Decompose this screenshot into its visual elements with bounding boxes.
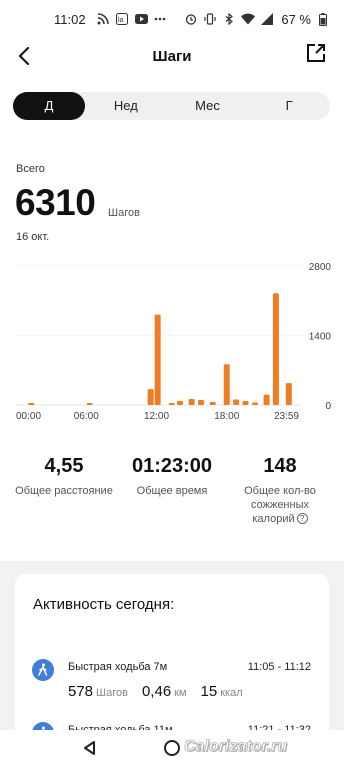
stat-calories-label-line1: Общее кол-во <box>244 485 316 497</box>
system-icons: 67 % <box>184 12 330 27</box>
bluetooth-icon <box>222 12 236 26</box>
triangle-back-icon <box>84 741 95 755</box>
total-steps-unit: Шагов <box>108 207 140 219</box>
chart-bar <box>285 383 292 405</box>
vibrate-icon <box>203 12 217 26</box>
stat-time-label: Общее время <box>136 485 208 497</box>
nav-home-button[interactable] <box>164 740 180 756</box>
activity-section: Активность сегодня: Быстрая ходьба 7м 11… <box>0 561 344 768</box>
activity-calories-unit: ккал <box>220 687 243 699</box>
stat-calories-label-line2: сожженных <box>250 499 309 511</box>
chart-bar <box>272 293 279 405</box>
chart-bar <box>176 401 183 405</box>
stat-distance: 4,55 Общее расстояние <box>6 455 122 498</box>
nav-back-button[interactable] <box>82 740 98 761</box>
y-tick-label: 2800 <box>309 262 332 273</box>
stat-calories-label-line3: калорий <box>252 513 295 525</box>
x-tick-label: 06:00 <box>74 411 99 422</box>
activity-distance-unit: км <box>174 687 187 699</box>
activity-time: 11:05 - 11:12 <box>247 661 311 673</box>
chart-bar <box>223 364 230 405</box>
activity-steps-unit: Шагов <box>96 687 128 699</box>
x-tick-label: 12:00 <box>144 411 169 422</box>
alarm-icon <box>184 12 198 26</box>
chart-bar <box>86 403 93 405</box>
battery-percent: 67 % <box>281 11 311 27</box>
chart-bar <box>188 399 195 405</box>
chart-bar <box>233 399 240 405</box>
activity-calories: 15 <box>200 683 218 700</box>
chart-bar <box>242 401 249 405</box>
chart-bar <box>154 314 161 405</box>
total-label: Всего <box>16 163 45 175</box>
share-button[interactable] <box>306 43 330 67</box>
steps-chart: 2800 1400 0 00:00 06:00 12:00 18:00 23:59 <box>16 262 332 422</box>
system-nav-bar: Calorizator.ru <box>0 730 344 768</box>
svg-text:la: la <box>118 17 124 24</box>
rss-icon <box>96 12 110 26</box>
chevron-left-icon <box>19 47 29 65</box>
status-time: 11:02 <box>54 11 86 27</box>
y-tick-label: 0 <box>325 401 331 412</box>
chart-bar <box>251 402 258 405</box>
tab-day[interactable]: Д <box>13 92 85 120</box>
tab-week[interactable]: Нед <box>85 92 167 120</box>
dots-icon <box>153 12 167 26</box>
summary-date: 16 окт. <box>16 231 50 243</box>
activity-metrics: 578 Шагов 0,46 км 15 ккал <box>68 683 257 700</box>
chart-bar <box>168 403 175 405</box>
chart-bar <box>28 403 35 405</box>
wifi-icon <box>241 12 256 26</box>
app-header: Шаги <box>0 38 344 74</box>
total-steps-value: 6310 <box>15 182 96 223</box>
export-icon <box>307 44 325 62</box>
stat-distance-label: Общее расстояние <box>15 485 113 497</box>
tab-year[interactable]: Г <box>248 92 330 120</box>
watermark: Calorizator.ru <box>184 738 288 756</box>
signal-icon <box>260 12 274 26</box>
chart-bar <box>209 402 216 405</box>
x-tick-label: 18:00 <box>214 411 239 422</box>
activity-item[interactable]: Быстрая ходьба 7м 11:05 - 11:12 578 Шагов… <box>15 659 329 719</box>
activity-steps: 578 <box>68 683 94 700</box>
chart-bar <box>197 400 204 405</box>
back-button[interactable] <box>10 42 38 70</box>
x-tick-label: 00:00 <box>16 411 41 422</box>
activity-name: Быстрая ходьба 7м <box>68 661 168 673</box>
stat-calories-value: 148 <box>263 455 297 477</box>
activity-distance: 0,46 <box>141 683 172 700</box>
x-tick-label: 23:59 <box>274 411 299 422</box>
stat-distance-value: 4,55 <box>44 455 84 477</box>
youtube-icon <box>134 12 148 26</box>
stats-row: 4,55 Общее расстояние 01:23:00 Общее вре… <box>0 455 344 535</box>
tab-month[interactable]: Мес <box>167 92 249 120</box>
battery-icon <box>316 12 330 26</box>
stat-calories-label: Общее кол-во сожженных калорий? <box>226 484 334 526</box>
stat-time: 01:23:00 Общее время <box>114 455 230 498</box>
page-title: Шаги <box>152 47 192 65</box>
notification-icons: la <box>96 12 167 26</box>
chart-bar <box>263 394 270 405</box>
period-tabs: Д Нед Мес Г <box>13 92 330 120</box>
help-icon[interactable]: ? <box>296 513 308 524</box>
stat-time-value: 01:23:00 <box>131 455 213 477</box>
activity-title: Активность сегодня: <box>33 596 175 613</box>
app-icon: la <box>115 12 129 26</box>
y-tick-label: 1400 <box>309 332 332 343</box>
chart-bar <box>147 389 154 405</box>
walking-icon <box>32 659 54 681</box>
status-bar: 11:02 la 67 % <box>0 0 344 38</box>
stat-calories: 148 Общее кол-во сожженных калорий? <box>226 455 334 526</box>
